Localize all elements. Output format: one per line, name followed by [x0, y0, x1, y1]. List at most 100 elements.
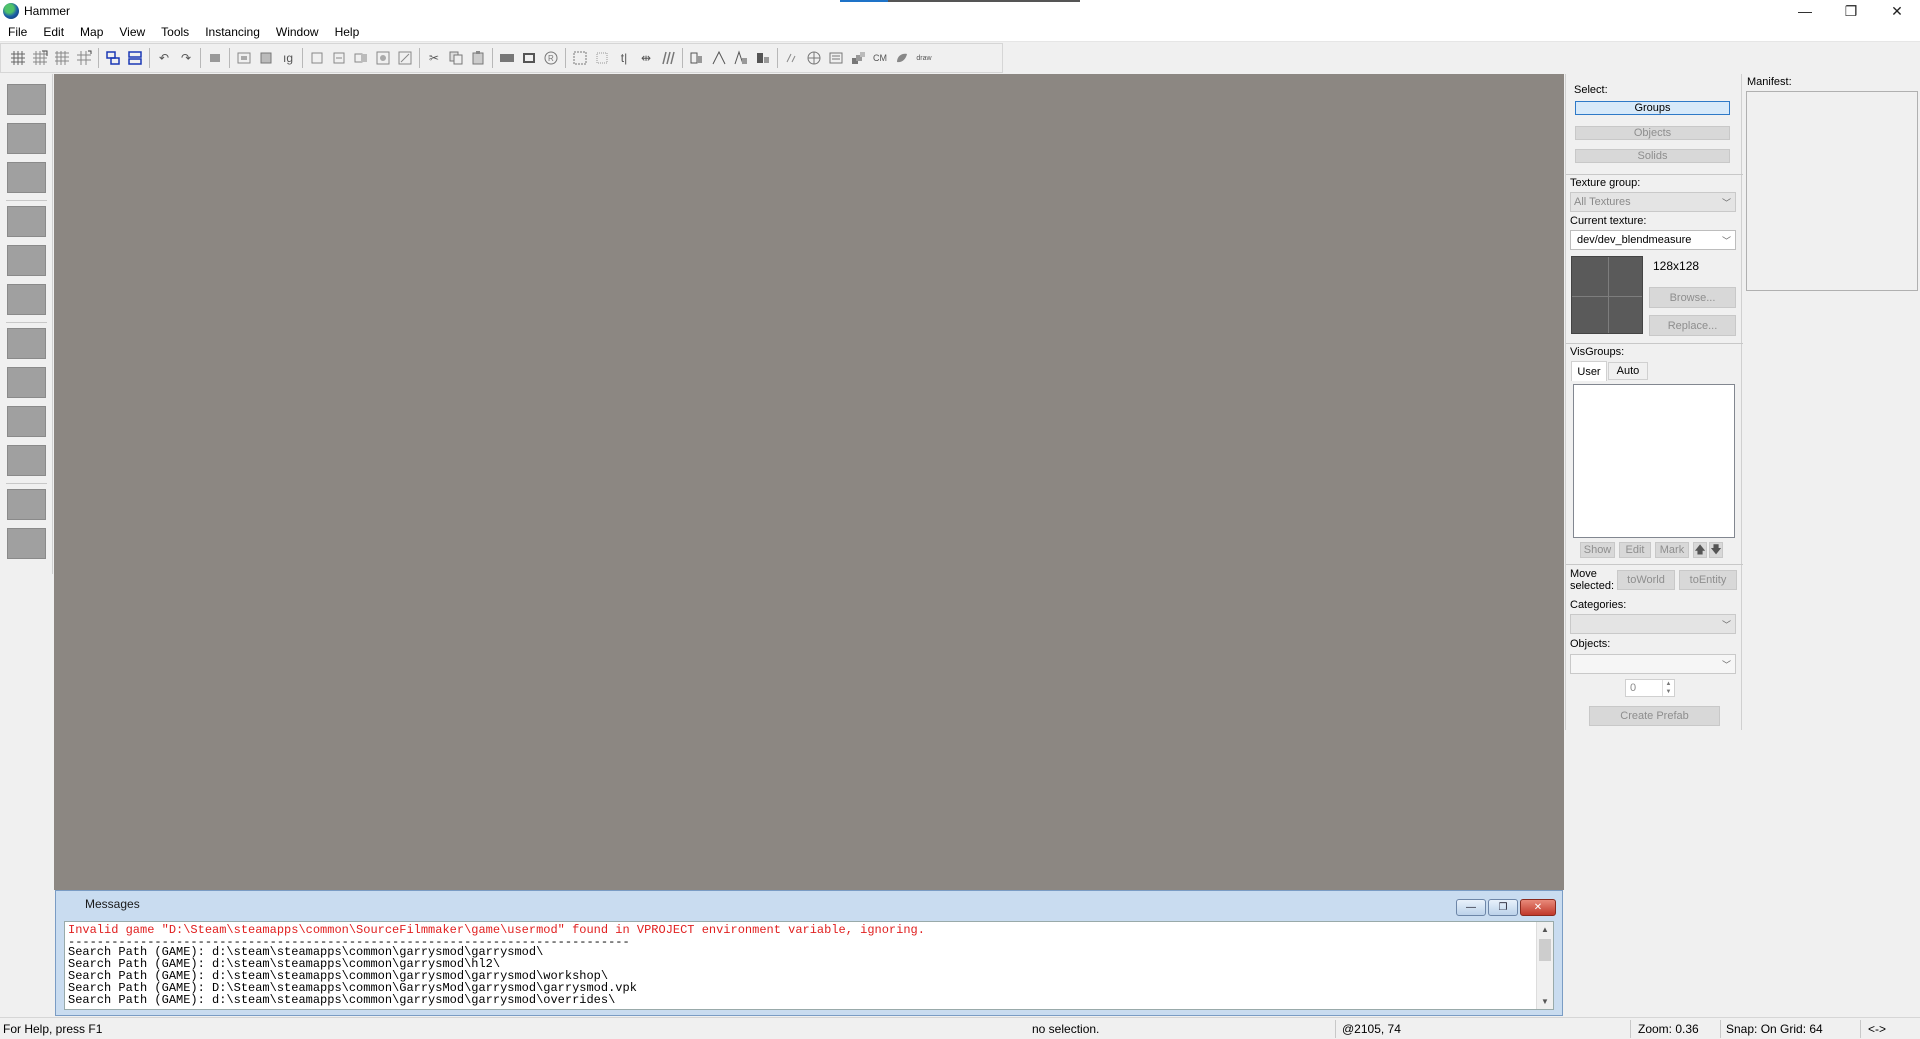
- menu-window[interactable]: Window: [268, 22, 327, 42]
- chevron-down-icon: ﹀: [1721, 198, 1731, 208]
- align-right-icon[interactable]: [730, 47, 752, 69]
- show-hidden-icon[interactable]: [328, 47, 350, 69]
- panel-separator: [1566, 174, 1743, 175]
- hollow-icon[interactable]: [233, 47, 255, 69]
- messages-minimize-button[interactable]: —: [1456, 899, 1486, 916]
- hide-items-icon[interactable]: [306, 47, 328, 69]
- entity-report-icon[interactable]: [781, 47, 803, 69]
- visgroup-mark-button[interactable]: Mark: [1655, 542, 1689, 558]
- messages-log[interactable]: Invalid game "D:\Steam\steamapps\common\…: [64, 921, 1554, 1010]
- minimize-button[interactable]: —: [1782, 0, 1828, 22]
- overlay-tool-icon[interactable]: [7, 406, 46, 437]
- cascade-icon[interactable]: [847, 47, 869, 69]
- grid-3d-icon[interactable]: [29, 47, 51, 69]
- create-prefab-button[interactable]: Create Prefab: [1589, 706, 1720, 726]
- tab-auto[interactable]: Auto: [1608, 362, 1648, 380]
- magnify-tool-icon[interactable]: [7, 123, 46, 154]
- visgroup-show-button[interactable]: Show: [1580, 542, 1615, 558]
- decal-tool-icon[interactable]: [7, 367, 46, 398]
- clipping-tool-icon[interactable]: [7, 445, 46, 476]
- block-tool-icon[interactable]: [496, 47, 518, 69]
- select-solids-button[interactable]: Solids: [1575, 149, 1730, 163]
- align-left-icon[interactable]: [686, 47, 708, 69]
- camera-tool-icon[interactable]: [7, 162, 46, 193]
- visgroup-up-icon[interactable]: 🡅: [1693, 542, 1707, 558]
- close-button[interactable]: ✕: [1874, 0, 1920, 22]
- menu-help[interactable]: Help: [327, 22, 368, 42]
- objects-select[interactable]: ﹀: [1570, 654, 1736, 674]
- grid-smaller-icon[interactable]: [51, 47, 73, 69]
- quick-hide-unselected-icon[interactable]: [394, 47, 416, 69]
- hammer-app-icon: [3, 3, 19, 19]
- flip-horizontal-icon[interactable]: ⇹: [635, 47, 657, 69]
- menu-view[interactable]: View: [111, 22, 153, 42]
- flip-vertical-icon[interactable]: [657, 47, 679, 69]
- menu-map[interactable]: Map: [72, 22, 111, 42]
- align-bottom-icon[interactable]: [752, 47, 774, 69]
- to-entity-button[interactable]: toEntity: [1679, 570, 1737, 590]
- rotate-icon[interactable]: R: [540, 47, 562, 69]
- scroll-down-icon[interactable]: ▼: [1537, 994, 1553, 1009]
- categories-select[interactable]: ﹀: [1570, 614, 1736, 634]
- scroll-thumb[interactable]: [1539, 939, 1551, 961]
- maximize-button[interactable]: ❐: [1828, 0, 1874, 22]
- undo-icon[interactable]: ↶: [153, 47, 175, 69]
- apply-texture-icon[interactable]: [7, 328, 46, 359]
- menu-edit[interactable]: Edit: [35, 22, 72, 42]
- manifest-list[interactable]: [1746, 91, 1918, 291]
- hide-unselected-icon[interactable]: [350, 47, 372, 69]
- texture-preview[interactable]: [1571, 256, 1643, 334]
- browse-button[interactable]: Browse...: [1649, 287, 1736, 308]
- texture-lock-icon[interactable]: [255, 47, 277, 69]
- globe-icon[interactable]: [803, 47, 825, 69]
- messages-scrollbar[interactable]: ▲ ▼: [1536, 922, 1553, 1009]
- select-objects-button[interactable]: Objects: [1575, 126, 1730, 140]
- vertex-tool-icon[interactable]: [7, 489, 46, 520]
- current-texture-select[interactable]: dev/dev_blendmeasure ﹀: [1570, 230, 1736, 250]
- cubemap-icon[interactable]: CM: [869, 47, 891, 69]
- entity-tool-icon[interactable]: [7, 206, 46, 237]
- compile-icon[interactable]: [891, 47, 913, 69]
- visgroup-edit-button[interactable]: Edit: [1619, 542, 1651, 558]
- texture-scale-lock-icon[interactable]: ıg: [277, 47, 299, 69]
- face-frame-icon[interactable]: [518, 47, 540, 69]
- texture-group-select[interactable]: All Textures ﹀: [1570, 192, 1736, 212]
- grid-larger-icon[interactable]: [73, 47, 95, 69]
- group-select-icon[interactable]: [102, 47, 124, 69]
- object-count-stepper[interactable]: 0 ▲ ▼: [1625, 679, 1675, 697]
- check-problems-icon[interactable]: [825, 47, 847, 69]
- tab-user[interactable]: User: [1571, 361, 1607, 381]
- menu-tools[interactable]: Tools: [153, 22, 197, 42]
- status-bar: For Help, press F1 no selection. @2105, …: [0, 1017, 1920, 1039]
- visgroup-down-icon[interactable]: 🡇: [1709, 542, 1723, 558]
- redo-icon[interactable]: ↷: [175, 47, 197, 69]
- selection-dotted-icon[interactable]: [591, 47, 613, 69]
- selection-tool-icon[interactable]: [7, 84, 46, 115]
- select-groups-button[interactable]: Groups: [1575, 101, 1730, 115]
- selection-box-icon[interactable]: [569, 47, 591, 69]
- carve-icon[interactable]: [204, 47, 226, 69]
- block-tool-palette-icon[interactable]: [7, 245, 46, 276]
- clip-icon[interactable]: ✂: [423, 47, 445, 69]
- move-selected-label: Move selected:: [1570, 568, 1614, 592]
- visgroups-list[interactable]: [1573, 384, 1735, 538]
- replace-button[interactable]: Replace...: [1649, 315, 1736, 336]
- stepper-arrows-icon[interactable]: ▲ ▼: [1662, 680, 1674, 696]
- scroll-up-icon[interactable]: ▲: [1537, 922, 1553, 937]
- map-viewport[interactable]: [54, 74, 1564, 890]
- cordon-icon[interactable]: t|: [613, 47, 635, 69]
- grid-toggle-icon[interactable]: [7, 47, 29, 69]
- texture-tool-icon[interactable]: [7, 284, 46, 315]
- path-tool-icon[interactable]: [7, 528, 46, 559]
- messages-restore-button[interactable]: ❐: [1488, 899, 1518, 916]
- menu-file[interactable]: File: [0, 22, 35, 42]
- menu-instancing[interactable]: Instancing: [197, 22, 268, 42]
- ungroup-icon[interactable]: [124, 47, 146, 69]
- quick-hide-icon[interactable]: [372, 47, 394, 69]
- align-angle-icon[interactable]: [708, 47, 730, 69]
- paste-icon[interactable]: [467, 47, 489, 69]
- messages-close-button[interactable]: ✕: [1520, 899, 1556, 916]
- to-world-button[interactable]: toWorld: [1617, 570, 1675, 590]
- draw-icon[interactable]: draw: [913, 47, 935, 69]
- copy-icon[interactable]: [445, 47, 467, 69]
